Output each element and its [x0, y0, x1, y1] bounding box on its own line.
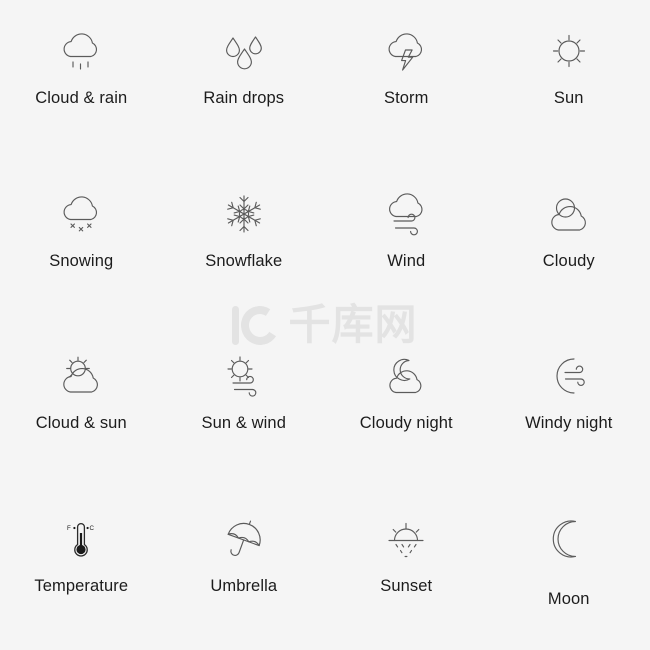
icon-label: Moon: [547, 589, 590, 608]
icon-label: Umbrella: [210, 576, 278, 595]
sun-icon: [537, 22, 601, 80]
icon-label: Storm: [383, 89, 429, 107]
icon-label: Cloudy: [542, 251, 595, 270]
rain-drops-icon: [212, 22, 276, 80]
cloud-wind-icon: [374, 185, 438, 243]
icon-cell-rain-drops[interactable]: Rain drops: [163, 0, 326, 163]
icon-cell-cloudy[interactable]: Cloudy: [488, 163, 650, 326]
cloud-snow-icon: [49, 185, 113, 243]
icon-label: Sun & wind: [201, 414, 286, 432]
temperature-scale-right: C: [90, 525, 95, 532]
temperature-scale-left: F: [67, 525, 71, 532]
thermometer-icon: F C: [49, 510, 113, 568]
icon-cell-moon[interactable]: Moon: [488, 488, 650, 650]
icon-cell-umbrella[interactable]: Umbrella: [163, 488, 326, 650]
icon-label: Sunset: [380, 576, 433, 595]
icon-label: Snowflake: [205, 251, 283, 270]
icon-cell-sun[interactable]: Sun: [488, 0, 650, 163]
sun-wind-icon: [212, 347, 276, 405]
icon-cell-cloud-rain[interactable]: Cloud & rain: [0, 0, 163, 163]
icon-cell-snowflake[interactable]: Snowflake: [163, 163, 326, 326]
icon-label: Cloud & sun: [35, 414, 127, 432]
icon-cell-cloudy-night[interactable]: Cloudy night: [325, 325, 488, 488]
icon-label: Sun: [553, 89, 584, 107]
icon-label: Cloudy night: [359, 414, 453, 432]
moon-wind-icon: [537, 347, 601, 405]
icon-label: Temperature: [34, 576, 129, 595]
weather-icon-grid: Cloud & rain Rain drops Storm Sun Snowin…: [0, 0, 650, 650]
icon-cell-windy-night[interactable]: Windy night: [488, 325, 650, 488]
moon-cloud-icon: [374, 347, 438, 405]
cloud-rain-icon: [49, 22, 113, 80]
cloud-sun-icon: [49, 347, 113, 405]
icon-label: Windy night: [525, 414, 613, 432]
moon-icon: [537, 510, 601, 568]
icon-cell-sun-wind[interactable]: Sun & wind: [163, 325, 326, 488]
icon-cell-cloud-sun[interactable]: Cloud & sun: [0, 325, 163, 488]
icon-cell-temperature[interactable]: F C Temperature: [0, 488, 163, 650]
snowflake-icon: [212, 185, 276, 243]
icon-cell-storm[interactable]: Storm: [325, 0, 488, 163]
icon-label: Cloud & rain: [35, 89, 128, 107]
icon-cell-sunset[interactable]: Sunset: [325, 488, 488, 650]
storm-icon: [374, 22, 438, 80]
cloudy-icon: [537, 185, 601, 243]
icon-label: Snowing: [49, 251, 114, 270]
icon-label: Rain drops: [203, 89, 285, 107]
icon-label: Wind: [387, 251, 426, 270]
umbrella-icon: [212, 510, 276, 568]
sunset-icon: [374, 510, 438, 568]
icon-cell-wind[interactable]: Wind: [325, 163, 488, 326]
icon-cell-snowing[interactable]: Snowing: [0, 163, 163, 326]
